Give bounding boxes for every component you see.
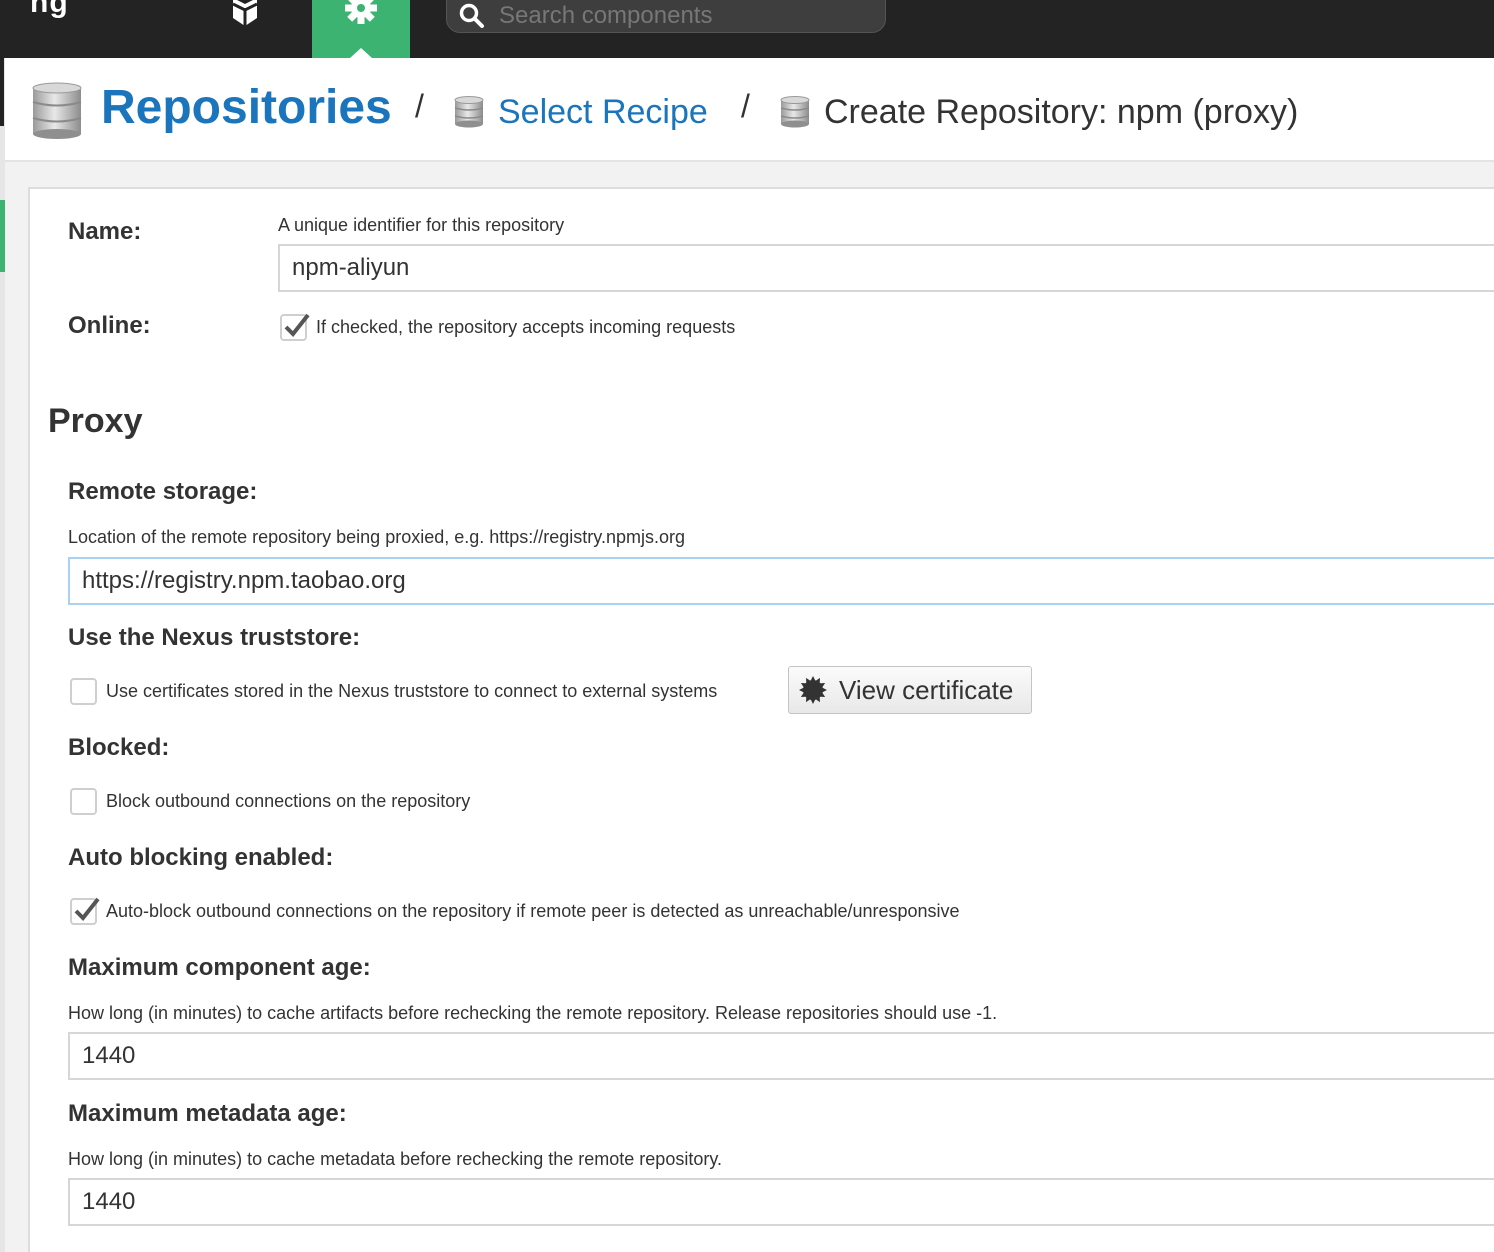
database-icon	[454, 96, 484, 128]
remote-storage-label: Remote storage:	[68, 478, 258, 505]
online-label: Online:	[68, 312, 151, 339]
breadcrumb-current: Create Repository: npm (proxy)	[824, 93, 1299, 131]
view-certificate-label: View certificate	[839, 674, 1014, 705]
proxy-section-title: Proxy	[48, 402, 143, 440]
checkmark-icon	[74, 897, 100, 922]
database-icon	[780, 96, 810, 128]
truststore-checkbox[interactable]	[70, 678, 97, 705]
online-checkbox[interactable]	[280, 313, 310, 341]
browse-mode-button[interactable]	[222, 0, 268, 30]
breadcrumb-separator: /	[741, 88, 750, 124]
blocked-help: Block outbound connections on the reposi…	[106, 791, 471, 811]
cube-icon	[232, 0, 258, 26]
truststore-label: Use the Nexus truststore:	[68, 624, 361, 651]
breadcrumb-separator: /	[415, 88, 424, 124]
gear-icon	[345, 0, 377, 24]
checkmark-icon	[284, 313, 310, 338]
blocked-label: Blocked:	[68, 734, 170, 761]
max-component-age-help: How long (in minutes) to cache artifacts…	[68, 1003, 998, 1023]
name-label: Name:	[68, 218, 142, 245]
search-input[interactable]	[497, 0, 885, 31]
form-panel	[28, 187, 1494, 1252]
search-box[interactable]	[446, 0, 886, 33]
blocked-checkbox[interactable]	[70, 788, 97, 815]
top-bar: ng	[0, 0, 1494, 58]
certificate-icon	[799, 676, 827, 704]
online-help: If checked, the repository accepts incom…	[316, 317, 736, 337]
max-metadata-age-help: How long (in minutes) to cache metadata …	[68, 1149, 722, 1169]
breadcrumb-select-recipe-link[interactable]: Select Recipe	[498, 93, 708, 132]
remote-storage-field[interactable]	[68, 557, 1494, 605]
view-certificate-button[interactable]: View certificate	[788, 666, 1032, 714]
max-component-age-label: Maximum component age:	[68, 954, 371, 981]
truststore-help: Use certificates stored in the Nexus tru…	[106, 681, 718, 701]
name-help: A unique identifier for this repository	[278, 215, 565, 235]
auto-blocking-help: Auto-block outbound connections on the r…	[106, 901, 960, 921]
max-metadata-age-label: Maximum metadata age:	[68, 1100, 347, 1127]
search-icon	[459, 3, 484, 28]
remote-storage-help: Location of the remote repository being …	[68, 527, 685, 547]
breadcrumb-repositories-link[interactable]: Repositories	[101, 80, 392, 135]
max-metadata-age-field[interactable]	[68, 1178, 1494, 1226]
max-component-age-field[interactable]	[68, 1032, 1494, 1080]
sidebar-edge-top	[0, 58, 4, 126]
breadcrumb: Repositories / Select Recipe / Create Re…	[5, 58, 1494, 162]
auto-blocking-label: Auto blocking enabled:	[68, 844, 334, 871]
active-mode-indicator	[350, 48, 372, 58]
auto-blocking-checkbox[interactable]	[70, 897, 100, 925]
database-icon	[32, 82, 82, 139]
product-logo[interactable]: ng	[30, 0, 69, 20]
name-field[interactable]	[278, 244, 1494, 292]
